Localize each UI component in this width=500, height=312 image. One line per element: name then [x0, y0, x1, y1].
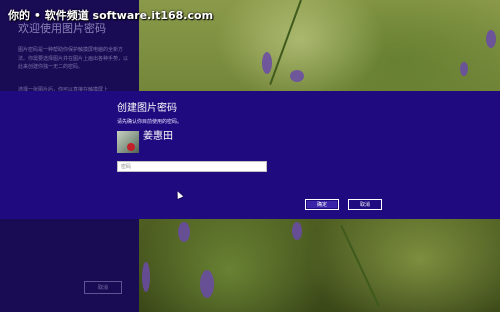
dialog-band	[0, 91, 500, 219]
dialog-instruction: 请先确认你目前使用的密码。	[117, 119, 183, 125]
lavender-flower	[486, 30, 496, 48]
lavender-flower	[292, 222, 302, 240]
lavender-flower	[290, 70, 304, 82]
left-panel-description: 图片密码是一种帮助你保护触摸屏电脑的全新方法。你需要选择图片并在图片上画出各种手…	[18, 47, 129, 70]
left-cancel-button[interactable]: 取消	[84, 281, 122, 294]
avatar-detail	[127, 143, 135, 151]
lavender-flower	[178, 222, 190, 242]
lavender-flower	[262, 52, 272, 74]
watermark: 你的 • 软件频道 software.it168.com	[8, 9, 214, 22]
username: 姜惠田	[143, 131, 173, 142]
lavender-flower	[142, 262, 150, 292]
dialog-title: 创建图片密码	[117, 103, 177, 114]
ok-button[interactable]: 确定	[305, 199, 339, 210]
avatar	[117, 131, 139, 153]
password-field[interactable]	[117, 161, 267, 172]
plant-stem	[340, 224, 380, 307]
lavender-flower	[460, 62, 468, 76]
cancel-button[interactable]: 取消	[348, 199, 382, 210]
lavender-flower	[200, 270, 214, 298]
